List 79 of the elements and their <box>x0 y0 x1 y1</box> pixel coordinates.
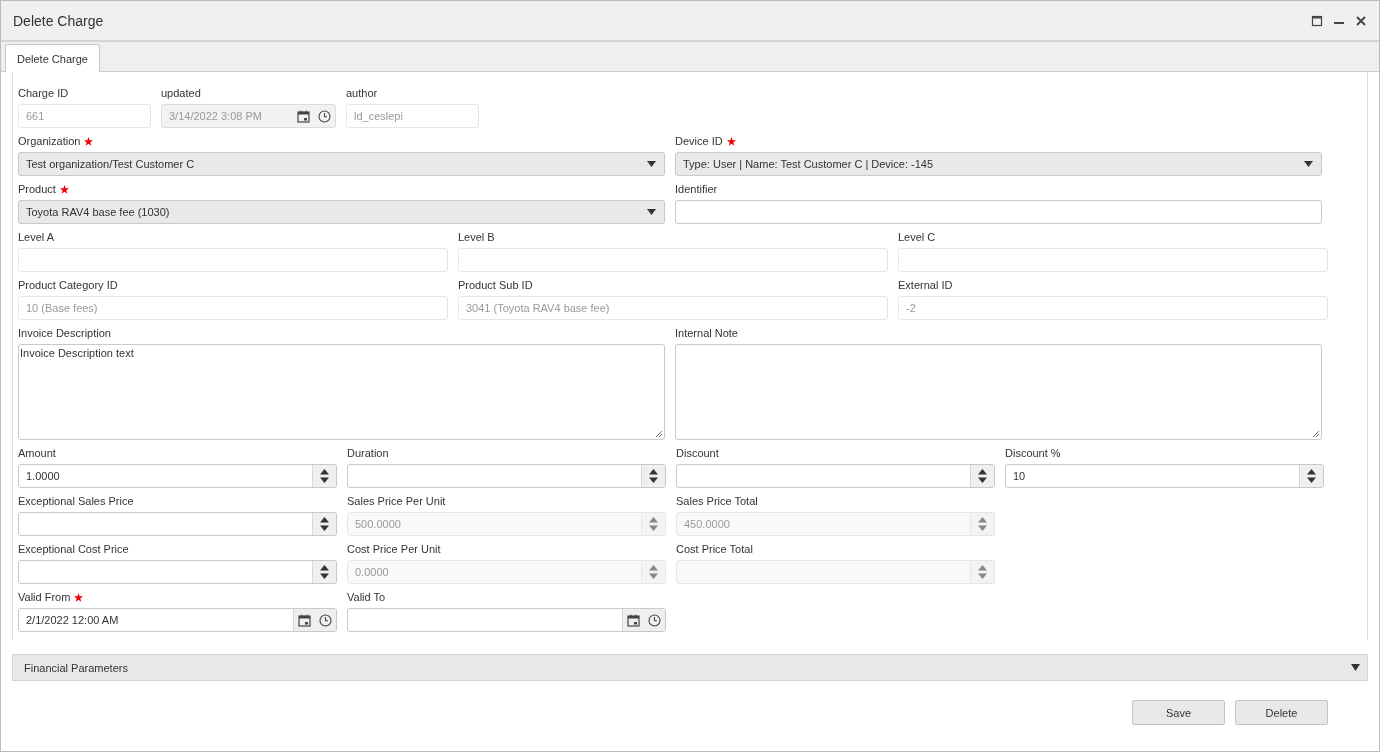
clock-button[interactable] <box>315 609 336 631</box>
field-label: Product Category ID <box>18 279 118 291</box>
field-label: Identifier <box>675 183 718 195</box>
field-label: Internal Note <box>675 327 738 339</box>
field-label: Level C <box>898 231 936 243</box>
calendar-icon <box>297 109 310 123</box>
number-field[interactable] <box>347 464 666 488</box>
calendar-icon <box>627 613 640 627</box>
clock-icon <box>318 109 331 123</box>
clock-icon <box>648 613 661 627</box>
dropdown-field[interactable]: Toyota RAV4 base fee (1030) <box>18 200 665 224</box>
number-field[interactable] <box>18 560 337 584</box>
caret-icon <box>647 209 656 215</box>
field-label: author <box>346 87 378 99</box>
up-down-arrows-icon <box>978 468 987 484</box>
up-down-arrows-icon <box>1307 468 1316 484</box>
dropdown-field[interactable]: Type: User | Name: Test Customer C | Device: -145 <box>675 152 1322 176</box>
field-label: Charge ID <box>18 87 69 99</box>
caret-icon <box>1351 664 1360 671</box>
calendar-button[interactable] <box>293 609 315 631</box>
dropdown-field[interactable]: Test organization/Test Customer C <box>18 152 665 176</box>
up-down-arrows-icon <box>978 564 987 580</box>
field-label: Level B <box>458 231 495 243</box>
field-label: Sales Price Per Unit <box>347 495 446 507</box>
field-label: External ID <box>898 279 953 291</box>
resize-grip-icon <box>655 430 662 437</box>
close-icon[interactable] <box>1355 14 1367 27</box>
caret-icon <box>1304 161 1313 167</box>
field-label: Valid From <box>18 591 71 603</box>
field-label: Duration <box>347 447 389 459</box>
field-label: Invoice Description <box>18 327 111 339</box>
up-down-arrows-icon <box>978 516 987 532</box>
action-button[interactable]: Save <box>1132 700 1225 725</box>
field-label: Product Sub ID <box>458 279 533 291</box>
spinner-button[interactable] <box>641 465 665 487</box>
calendar-button[interactable] <box>622 609 644 631</box>
spinner-button[interactable] <box>312 561 336 583</box>
text-field[interactable] <box>675 200 1322 224</box>
up-down-arrows-icon <box>320 516 329 532</box>
field-label: Product <box>18 183 56 195</box>
collapsible-section-header[interactable]: Financial Parameters <box>12 654 1368 681</box>
tab[interactable]: Delete Charge <box>5 44 100 72</box>
up-down-arrows-icon <box>649 516 658 532</box>
field-label: Cost Price Per Unit <box>347 543 441 555</box>
number-field[interactable] <box>676 464 995 488</box>
field-label: Discount % <box>1005 447 1061 459</box>
maximize-icon[interactable] <box>1311 14 1323 27</box>
date-field[interactable] <box>347 608 666 632</box>
field-label: Level A <box>18 231 55 243</box>
number-field[interactable]: 1.0000 <box>18 464 337 488</box>
action-button[interactable]: Delete <box>1235 700 1328 725</box>
field-label: Sales Price Total <box>676 495 758 507</box>
window-title: Delete Charge <box>13 12 105 29</box>
field-label: updated <box>161 87 201 99</box>
up-down-arrows-icon <box>320 468 329 484</box>
field-label: Cost Price Total <box>676 543 753 555</box>
spinner-button[interactable] <box>312 513 336 535</box>
date-field[interactable]: 2/1/2022 12:00 AM <box>18 608 337 632</box>
field-label: Exceptional Cost Price <box>18 543 129 555</box>
field-label: Amount <box>18 447 56 459</box>
spinner-button[interactable] <box>970 465 994 487</box>
number-field[interactable] <box>18 512 337 536</box>
field-label: Device ID <box>675 135 723 147</box>
up-down-arrows-icon <box>649 564 658 580</box>
field-label: Discount <box>676 447 719 459</box>
clock-button[interactable] <box>644 609 665 631</box>
resize-grip-icon <box>1312 430 1319 437</box>
spinner-button[interactable] <box>312 465 336 487</box>
clock-icon <box>319 613 332 627</box>
caret-icon <box>647 161 656 167</box>
field-label: Valid To <box>347 591 386 603</box>
field-label: Organization <box>18 135 81 147</box>
calendar-icon <box>298 613 311 627</box>
number-field[interactable]: 10 <box>1005 464 1324 488</box>
spinner-button[interactable] <box>1299 465 1323 487</box>
text-area[interactable]: Invoice Description text <box>18 344 665 440</box>
up-down-arrows-icon <box>649 468 658 484</box>
up-down-arrows-icon <box>320 564 329 580</box>
field-label: Exceptional Sales Price <box>18 495 134 507</box>
